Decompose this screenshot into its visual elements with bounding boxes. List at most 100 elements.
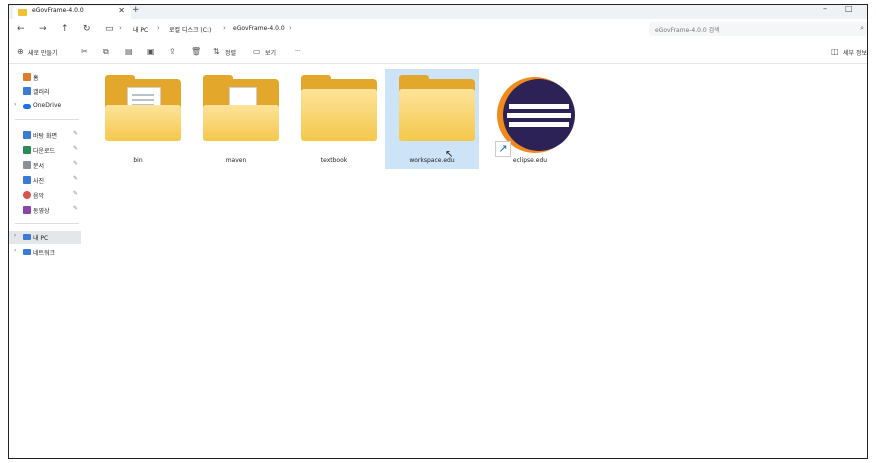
pin-icon[interactable]: ✎ — [73, 175, 78, 182]
view-icon: ▭ — [253, 47, 261, 56]
details-button[interactable]: 세부 정보 — [843, 48, 867, 57]
tab-close-button[interactable]: ✕ — [118, 6, 125, 15]
sidebar-item-my-pc[interactable]: › 내 PC — [9, 231, 81, 244]
pin-icon[interactable]: ✎ — [73, 130, 78, 137]
chevron-right-icon: › — [223, 24, 226, 32]
pc-icon — [23, 234, 31, 240]
mouse-cursor-icon: ↖ — [445, 149, 454, 160]
breadcrumb-egovframe[interactable]: eGovFrame-4.0.0 — [233, 25, 285, 32]
new-tab-button[interactable]: + — [132, 5, 140, 15]
folder-icon — [203, 75, 279, 141]
navigation-pane: 홈 갤러리 › OneDrive 바탕 화면 ✎ 다운로드 ✎ 문서 ✎ 사진 … — [9, 63, 81, 458]
item-name: bin — [133, 157, 143, 164]
sidebar-item-network[interactable]: › 네트워크 — [9, 246, 81, 259]
chevron-right-icon[interactable]: › — [14, 101, 16, 108]
sidebar-item-music[interactable]: 음악 ✎ — [9, 189, 81, 202]
pin-icon[interactable]: ✎ — [73, 160, 78, 167]
copy-icon[interactable]: ⧉ — [103, 47, 109, 57]
sidebar-item-label: 사진 — [33, 178, 45, 185]
item-name: eclipse.edu — [512, 157, 548, 164]
cloud-icon — [23, 104, 31, 109]
sidebar-item-label: 바탕 화면 — [33, 133, 57, 140]
pin-icon[interactable]: ✎ — [73, 205, 78, 212]
sort-icon: ⇅ — [213, 47, 220, 56]
sidebar-item-onedrive[interactable]: › OneDrive — [9, 100, 81, 113]
divider — [15, 119, 79, 120]
folder-icon — [301, 75, 377, 141]
sidebar-item-downloads[interactable]: 다운로드 ✎ — [9, 144, 81, 157]
sidebar-item-label: 음악 — [33, 193, 45, 200]
shortcut-arrow-icon: ↗ — [495, 141, 511, 157]
folder-item-workspace-edu[interactable]: workspace.edu ↖ — [385, 69, 479, 169]
share-icon[interactable]: ⇪ — [169, 47, 176, 56]
item-name: maven — [225, 157, 247, 164]
home-icon — [23, 73, 31, 81]
sidebar-item-label: 문서 — [33, 163, 45, 170]
pin-icon[interactable]: ✎ — [73, 190, 78, 197]
breadcrumb-my-pc[interactable]: 내 PC — [133, 25, 148, 34]
network-icon — [23, 249, 31, 255]
item-name: workspace.edu — [409, 157, 455, 164]
breadcrumb-local-disk[interactable]: 로컬 디스크 (C:) — [169, 25, 211, 34]
chevron-right-icon[interactable]: › — [14, 232, 16, 239]
document-icon — [23, 161, 31, 169]
sidebar-item-gallery[interactable]: 갤러리 — [9, 85, 81, 98]
chevron-right-icon: › — [157, 24, 160, 32]
explorer-window: eGovFrame-4.0.0 ✕ + – □ ← → ↑ ↻ ▭ › 내 PC… — [8, 4, 868, 459]
view-button[interactable]: 보기 — [265, 48, 276, 57]
pc-icon: ▭ — [105, 24, 114, 34]
search-input[interactable]: eGovFrame-4.0.0 검색 ⌕ — [649, 22, 867, 36]
divider — [15, 223, 79, 224]
tab-egovframe[interactable]: eGovFrame-4.0.0 ✕ — [13, 6, 131, 19]
sidebar-item-label: 다운로드 — [33, 148, 56, 155]
delete-icon[interactable]: 🗑 — [191, 47, 201, 56]
search-icon: ⌕ — [860, 24, 864, 32]
more-button[interactable]: ··· — [295, 48, 301, 55]
download-icon — [23, 146, 31, 154]
chevron-right-icon: › — [289, 24, 292, 32]
shortcut-item-eclipse-edu[interactable]: ↗ eclipse.edu — [483, 69, 577, 169]
cut-icon[interactable]: ✂ — [81, 47, 88, 56]
tab-bar: eGovFrame-4.0.0 ✕ + – □ — [9, 5, 867, 19]
sidebar-item-label: 내 PC — [33, 235, 49, 242]
new-icon: ⊕ — [17, 47, 24, 56]
up-button[interactable]: ↑ — [61, 24, 69, 34]
chevron-right-icon[interactable]: › — [14, 247, 16, 254]
sort-button[interactable]: 정렬 — [225, 48, 236, 57]
search-placeholder: eGovFrame-4.0.0 검색 — [655, 27, 720, 34]
sidebar-item-pictures[interactable]: 사진 ✎ — [9, 174, 81, 187]
folder-icon — [105, 75, 181, 141]
folder-item-maven[interactable]: maven — [189, 69, 283, 169]
rename-icon[interactable]: ▣ — [147, 47, 155, 56]
pin-icon[interactable]: ✎ — [73, 145, 78, 152]
address-bar: ← → ↑ ↻ ▭ › 내 PC › 로컬 디스크 (C:) › eGovFra… — [9, 19, 867, 41]
sidebar-item-videos[interactable]: 동영상 ✎ — [9, 204, 81, 217]
command-toolbar: ⊕ 새로 만들기 ✂ ⧉ ▤ ▣ ⇪ 🗑 ⇅ 정렬 ▭ 보기 ··· ◫ 세부 … — [9, 41, 867, 64]
refresh-button[interactable]: ↻ — [83, 24, 91, 34]
sidebar-item-desktop[interactable]: 바탕 화면 ✎ — [9, 129, 81, 142]
music-icon — [23, 191, 31, 199]
paste-icon[interactable]: ▤ — [125, 47, 133, 56]
back-button[interactable]: ← — [17, 24, 25, 34]
sidebar-item-documents[interactable]: 문서 ✎ — [9, 159, 81, 172]
details-pane-icon: ◫ — [831, 47, 839, 56]
maximize-button[interactable]: □ — [845, 5, 853, 13]
sidebar-item-label: 네트워크 — [33, 250, 56, 257]
sidebar-item-label: 갤러리 — [33, 89, 50, 96]
pictures-icon — [23, 176, 31, 184]
sidebar-item-label: OneDrive — [33, 102, 62, 109]
new-button[interactable]: 새로 만들기 — [28, 48, 58, 57]
sidebar-item-home[interactable]: 홈 — [9, 71, 81, 84]
folder-item-textbook[interactable]: textbook — [287, 69, 381, 169]
folder-item-bin[interactable]: bin — [91, 69, 185, 169]
video-icon — [23, 206, 31, 214]
tab-title: eGovFrame-4.0.0 — [32, 7, 84, 14]
minimize-button[interactable]: – — [823, 5, 827, 13]
desktop-icon — [23, 131, 31, 139]
gallery-icon — [23, 87, 31, 95]
forward-button[interactable]: → — [39, 24, 47, 34]
file-list: bin maven textbook workspace.edu ↖ ↗ ecl… — [83, 63, 867, 458]
folder-icon — [399, 75, 475, 141]
folder-icon — [18, 9, 27, 16]
sidebar-item-label: 홈 — [33, 75, 39, 82]
